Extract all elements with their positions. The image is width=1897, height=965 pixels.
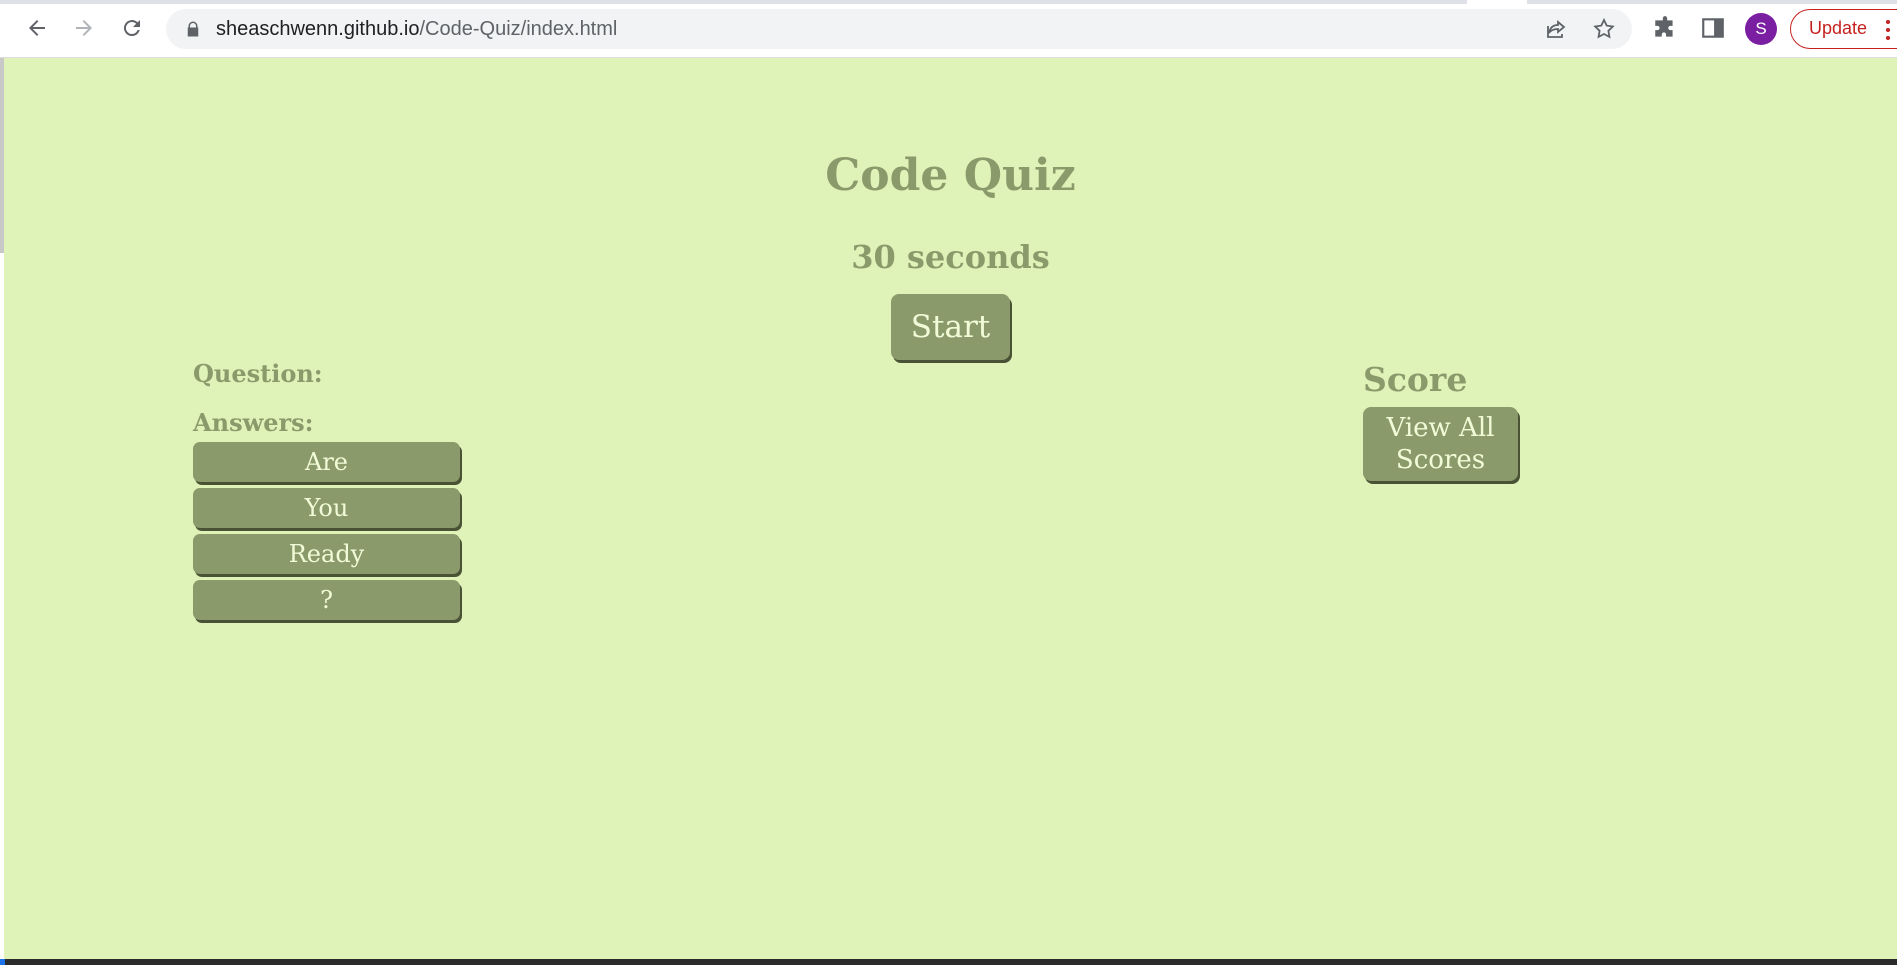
update-button[interactable]: Update xyxy=(1790,9,1897,49)
back-button[interactable] xyxy=(19,10,55,46)
share-icon[interactable] xyxy=(1544,17,1568,41)
url-path: /Code-Quiz/index.html xyxy=(419,18,618,40)
bookmark-star-icon[interactable] xyxy=(1592,17,1616,41)
answers-label: Answers: xyxy=(193,408,314,437)
answer-button-3[interactable]: Ready xyxy=(193,534,460,574)
url-host: sheaschwenn.github.io xyxy=(216,18,420,40)
tab-strip-edge xyxy=(0,0,1467,4)
reload-button[interactable] xyxy=(114,10,150,46)
answer-button-2[interactable]: You xyxy=(193,488,460,528)
question-label: Question: xyxy=(193,359,323,388)
answer-button-1[interactable]: Are xyxy=(193,442,460,482)
profile-avatar[interactable]: S xyxy=(1745,13,1777,45)
side-panel-icon[interactable] xyxy=(1700,15,1726,41)
menu-dots-icon[interactable] xyxy=(1885,18,1891,42)
taskbar-edge xyxy=(0,959,1897,965)
arrow-left-icon xyxy=(29,20,45,36)
answer-button-4[interactable]: ? xyxy=(193,580,460,620)
lock-icon xyxy=(187,21,199,37)
page-title: Code Quiz xyxy=(825,150,1076,201)
extensions-icon[interactable] xyxy=(1652,15,1678,41)
arrow-right-icon xyxy=(76,20,92,36)
browser-toolbar: sheaschwenn.github.io/Code-Quiz/index.ht… xyxy=(0,0,1897,58)
reload-icon xyxy=(123,20,140,37)
taskbar-accent xyxy=(0,959,5,965)
url-text[interactable]: sheaschwenn.github.io/Code-Quiz/index.ht… xyxy=(216,9,617,49)
score-label: Score xyxy=(1363,360,1468,399)
tab-strip-edge-right xyxy=(1527,0,1897,4)
page-viewport: Code Quiz 30 seconds Start Question: Ans… xyxy=(4,58,1897,959)
timer-display: 30 seconds xyxy=(851,238,1050,276)
view-all-scores-label: View All Scores xyxy=(1386,413,1495,475)
start-button[interactable]: Start xyxy=(891,294,1010,360)
address-bar[interactable]: sheaschwenn.github.io/Code-Quiz/index.ht… xyxy=(166,9,1632,49)
forward-button[interactable] xyxy=(66,10,102,46)
view-all-scores-button[interactable]: View All Scores xyxy=(1363,407,1518,481)
